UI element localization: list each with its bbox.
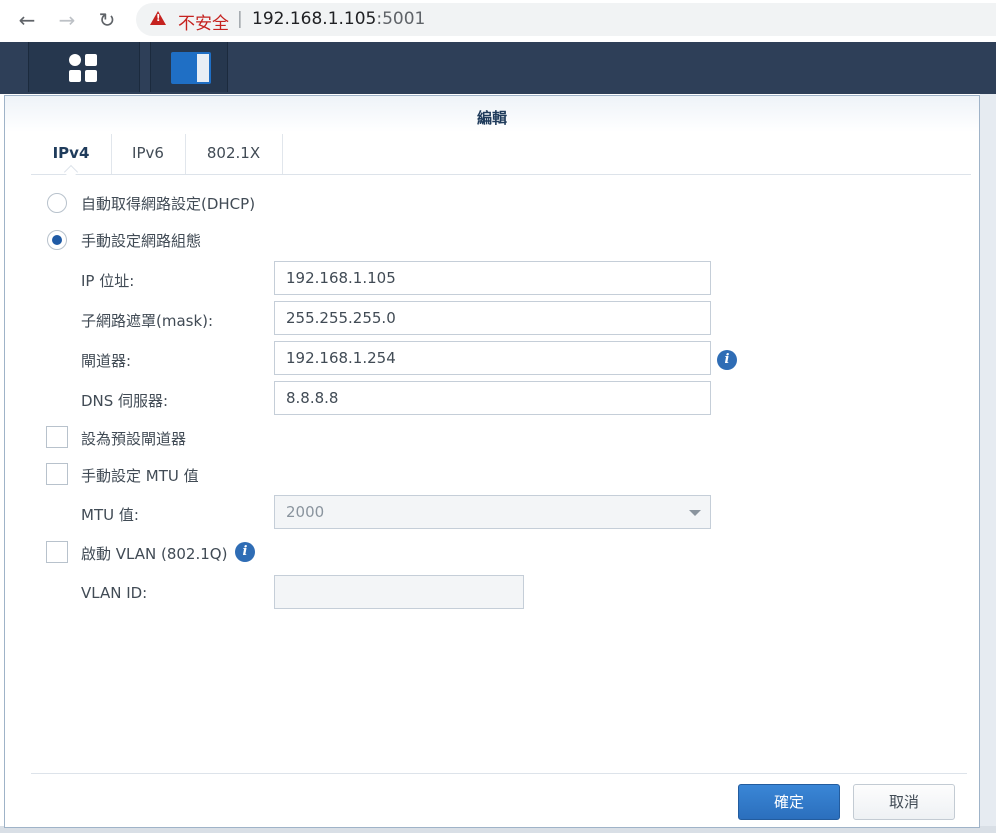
dialog-title: 編輯	[476, 109, 507, 127]
vlan-info-icon[interactable]: i	[235, 542, 255, 562]
cancel-button[interactable]: 取消	[853, 784, 955, 820]
dns-server-label: DNS 伺服器:	[81, 392, 169, 410]
mtu-selected-value: 2000	[286, 503, 325, 521]
mtu-select[interactable]: 2000	[274, 495, 711, 529]
security-warning: 不安全	[178, 14, 229, 34]
address-separator: |	[237, 9, 243, 29]
manual-config-radio[interactable]	[47, 230, 67, 250]
vlan-label: 啟動 VLAN (802.1Q)	[81, 545, 228, 563]
warning-icon	[150, 11, 166, 25]
url-port: :5001	[376, 9, 426, 29]
gateway-label: 閘道器:	[81, 352, 132, 370]
mtu-value-label: MTU 值:	[81, 506, 139, 524]
dsm-taskbar	[0, 42, 996, 94]
edit-dialog: 編輯 IPv4 IPv6 802.1X 自動取得網路設定(DHCP) 手動設定網…	[4, 95, 980, 828]
network-settings-icon	[171, 52, 211, 84]
back-icon[interactable]: ←	[14, 7, 40, 33]
manual-mtu-label: 手動設定 MTU 值	[81, 467, 199, 485]
tab-ipv6[interactable]: IPv6	[111, 134, 186, 174]
address-bar[interactable]: 不安全 | 192.168.1.105:5001	[136, 3, 996, 36]
ok-button[interactable]: 確定	[738, 784, 840, 820]
browser-toolbar: ← → ↻ 不安全 | 192.168.1.105:5001	[0, 0, 996, 42]
gateway-input[interactable]: 192.168.1.254	[274, 341, 711, 375]
tab-bar: IPv4 IPv6 802.1X	[31, 134, 971, 180]
subnet-mask-label: 子網路遮罩(mask):	[81, 312, 214, 330]
footer-divider	[31, 773, 967, 774]
dns-server-input[interactable]: 8.8.8.8	[274, 381, 711, 415]
manual-config-label: 手動設定網路組態	[81, 232, 202, 250]
grid-icon	[69, 54, 99, 84]
dialog-header: 編輯	[5, 96, 979, 132]
background-window-edge	[980, 94, 996, 833]
subnet-mask-input[interactable]: 255.255.255.0	[274, 301, 711, 335]
vlan-checkbox[interactable]	[46, 541, 68, 563]
default-gateway-checkbox[interactable]	[46, 426, 68, 448]
chevron-down-icon	[689, 510, 701, 516]
tab-8021x[interactable]: 802.1X	[185, 134, 283, 174]
url-text: 192.168.1.105:5001	[252, 9, 425, 29]
reload-icon[interactable]: ↻	[94, 7, 120, 33]
dhcp-label: 自動取得網路設定(DHCP)	[81, 195, 256, 213]
dhcp-radio[interactable]	[47, 193, 67, 213]
default-gateway-label: 設為預設閘道器	[81, 430, 187, 448]
manual-mtu-checkbox[interactable]	[46, 463, 68, 485]
vlan-id-label: VLAN ID:	[81, 584, 148, 602]
forward-icon[interactable]: →	[54, 7, 80, 33]
control-panel-task-button[interactable]	[150, 42, 228, 92]
vlan-id-input[interactable]	[274, 575, 524, 609]
ip-address-input[interactable]: 192.168.1.105	[274, 261, 711, 295]
gateway-info-icon[interactable]: i	[717, 350, 737, 370]
url-host: 192.168.1.105	[252, 9, 377, 29]
ip-address-label: IP 位址:	[81, 272, 135, 290]
main-menu-button[interactable]	[28, 42, 140, 92]
